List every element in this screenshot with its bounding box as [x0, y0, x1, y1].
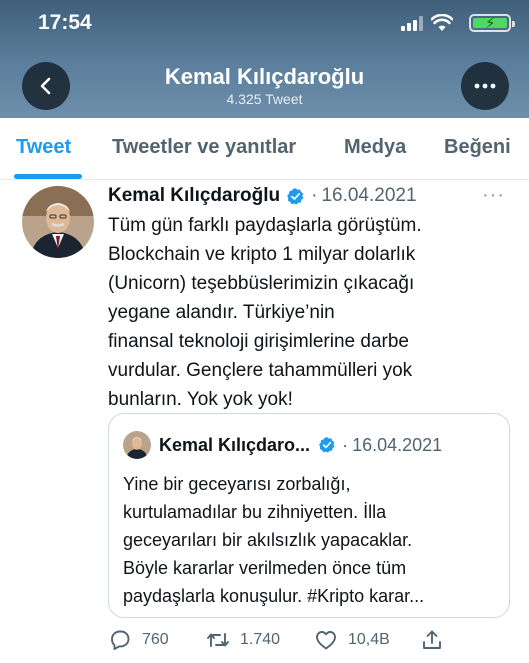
tweet-text-line: finansal teknoloji girişimlerine darbe: [108, 331, 409, 352]
tweet-date[interactable]: 16.04.2021: [321, 185, 416, 207]
tweet-text: Tüm gün farklı paydaşlarla görüştüm. Blo…: [108, 211, 520, 414]
quoted-text-line: Yine bir geceyarısı zorbalığı,: [123, 474, 351, 494]
tweet-text-line: vurdular. Gençlere tahammülleri yok: [108, 360, 413, 381]
quoted-tweet[interactable]: Kemal Kılıçdaro... · 16.04.2021 Yine bir…: [108, 413, 510, 618]
tweet-author-name[interactable]: Kemal Kılıçdaroğlu: [108, 185, 280, 207]
tweet-more-icon[interactable]: ···: [482, 184, 505, 207]
quoted-text-line: Böyle kararlar verilmeden önce tüm: [123, 558, 407, 578]
reply-count: 760: [142, 631, 169, 648]
share-icon: [423, 630, 441, 649]
tweet-text-line: yegane alandır. Türkiye’nin: [108, 302, 335, 323]
author-avatar[interactable]: [22, 186, 94, 258]
tweet-actions: 760 1.740 10,4B: [108, 628, 508, 656]
avatar-portrait: [22, 186, 94, 258]
quoted-text-line: paydaşlarla konuşulur. #Kripto karar...: [123, 586, 425, 606]
status-time: 17:54: [38, 11, 92, 34]
tweet-text-line: Tüm gün farklı paydaşlarla görüştüm.: [108, 215, 422, 236]
quoted-text-line: geceyarıları bir akılsızlık yapacaklar.: [123, 530, 413, 550]
tab-tweets-and-replies[interactable]: Tweetler ve yanıtlar: [112, 136, 296, 159]
tab-tweets[interactable]: Tweet: [16, 136, 71, 159]
reply-icon: [111, 630, 130, 650]
quoted-tweet-header: Kemal Kılıçdaro... · 16.04.2021: [123, 431, 443, 459]
tweet-text-line: bunların. Yok yok yok!: [108, 389, 293, 410]
heart-icon: [316, 631, 336, 650]
more-horizontal-icon: [474, 83, 496, 89]
tweet-text-line: (Unicorn) teşebbüslerimizin çıkacağı: [108, 273, 415, 294]
retweet-icon: [207, 633, 229, 647]
tweet-count: 4.325 Tweet: [226, 91, 303, 107]
like-count: 10,4B: [348, 631, 390, 648]
quoted-author-name: Kemal Kılıçdaro...: [159, 434, 311, 455]
battery-icon: ⚡: [469, 14, 515, 32]
tab-likes[interactable]: Beğeni: [444, 136, 511, 159]
tab-media[interactable]: Medya: [344, 136, 406, 159]
profile-tabs: Tweet Tweetler ve yanıtlar Medya Beğeni: [0, 118, 529, 180]
status-bar: 17:54 ⚡: [0, 0, 529, 46]
like-button[interactable]: 10,4B: [314, 628, 390, 652]
retweet-count: 1.740: [240, 631, 281, 648]
profile-header: 17:54 ⚡ Kemal Kılıçdaroğlu 4.325 Tweet: [0, 0, 529, 118]
status-icons: ⚡: [391, 14, 515, 32]
profile-name-title: Kemal Kılıçdaroğlu: [164, 64, 365, 89]
retweet-button[interactable]: 1.740: [206, 628, 280, 652]
verified-badge-icon: [319, 437, 335, 453]
quoted-author-avatar: [123, 431, 151, 459]
tweet-separator: ·: [311, 185, 318, 206]
share-button[interactable]: [420, 628, 454, 652]
quoted-text-line: kurtulamadılar bu zihniyetten. İlla: [123, 502, 387, 522]
signal-icon: [401, 16, 423, 31]
tweet-text-line: Blockchain ve kripto 1 milyar dolarlık: [108, 244, 416, 265]
more-button[interactable]: [461, 62, 509, 110]
verified-badge-icon: [287, 187, 304, 204]
wifi-icon: [431, 14, 453, 31]
tweet-header: Kemal Kılıçdaroğlu · 16.04.2021: [108, 182, 417, 210]
quoted-tweet-text: Yine bir geceyarısı zorbalığı, kurtulama…: [123, 470, 503, 610]
quoted-separator: ·: [342, 434, 349, 455]
quoted-tweet-date: 16.04.2021: [352, 434, 443, 455]
active-tab-indicator: [14, 174, 82, 179]
reply-button[interactable]: 760: [108, 628, 169, 652]
